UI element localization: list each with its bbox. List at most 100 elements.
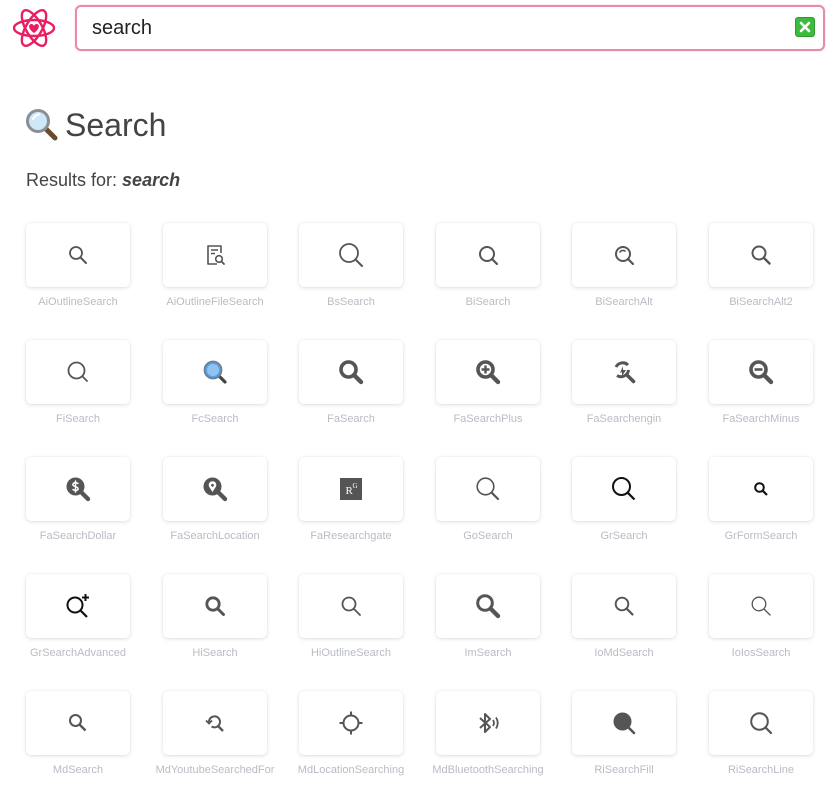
- icon-cell[interactable]: HiOutlineSearch: [299, 574, 405, 664]
- icon-cell[interactable]: IoMdSearch: [572, 574, 678, 664]
- icon-cell[interactable]: BsSearch: [299, 223, 405, 313]
- icon-label: IoMdSearch: [594, 647, 654, 659]
- icon-card[interactable]: [26, 223, 130, 287]
- fa-researchgate-icon: R G: [340, 478, 362, 500]
- icon-label: FaResearchgate: [310, 530, 392, 542]
- icon-cell[interactable]: MdLocationSearching: [298, 691, 405, 781]
- icon-label: FaSearchMinus: [722, 413, 800, 425]
- icon-cell[interactable]: FaSearchengin: [572, 340, 678, 430]
- icon-label: FaSearchPlus: [453, 413, 523, 425]
- icon-label: GrSearch: [600, 530, 648, 542]
- icon-card[interactable]: [436, 340, 540, 404]
- icon-cell[interactable]: BiSearchAlt: [572, 223, 678, 313]
- icon-card[interactable]: [26, 691, 130, 755]
- icon-label: GoSearch: [463, 530, 513, 542]
- icon-cell[interactable]: FcSearch: [163, 340, 269, 430]
- icon-label: FcSearch: [191, 413, 239, 425]
- icon-label: AiOutlineSearch: [38, 296, 118, 308]
- icon-card[interactable]: [572, 457, 676, 521]
- icon-cell[interactable]: MdSearch: [26, 691, 132, 781]
- bi-search-alt2-icon: [751, 245, 771, 265]
- icon-cell[interactable]: BiSearchAlt2: [709, 223, 815, 313]
- icon-card[interactable]: [26, 457, 130, 521]
- icon-card[interactable]: [299, 223, 403, 287]
- ai-outline-file-search-icon: [207, 245, 225, 265]
- fc-search-icon: [203, 360, 227, 384]
- icon-cell[interactable]: FaSearchPlus: [436, 340, 542, 430]
- icon-card[interactable]: [163, 340, 267, 404]
- icon-cell[interactable]: AiOutlineFileSearch: [163, 223, 269, 313]
- icon-cell[interactable]: RiSearchFill: [572, 691, 678, 781]
- icon-cell[interactable]: MdYoutubeSearchedFor: [156, 691, 274, 781]
- results-query: search: [122, 170, 181, 190]
- md-youtube-searched-for-icon: [205, 715, 224, 732]
- icon-card[interactable]: [26, 574, 130, 638]
- icon-card[interactable]: [572, 691, 676, 755]
- icon-card[interactable]: [299, 340, 403, 404]
- io-ios-search-icon: [751, 596, 771, 616]
- fa-searchengin-icon: [614, 361, 636, 384]
- icon-cell[interactable]: GoSearch: [436, 457, 542, 547]
- icon-card[interactable]: [709, 457, 813, 521]
- icon-label: FiSearch: [55, 413, 101, 425]
- icon-label: MdLocationSearching: [297, 764, 405, 776]
- icon-cell[interactable]: GrSearchAdvanced: [26, 574, 132, 664]
- icon-cell[interactable]: MdBluetoothSearching: [432, 691, 544, 781]
- icon-card[interactable]: [163, 574, 267, 638]
- icon-label: RiSearchFill: [594, 764, 654, 776]
- icon-card[interactable]: [709, 340, 813, 404]
- icon-card[interactable]: [436, 691, 540, 755]
- icon-cell[interactable]: FaSearchDollar: [26, 457, 132, 547]
- bi-search-icon: [479, 246, 499, 266]
- fa-search-plus-icon: [476, 360, 501, 385]
- icon-card[interactable]: [436, 223, 540, 287]
- icon-card[interactable]: R G: [299, 457, 403, 521]
- icon-card[interactable]: [299, 691, 403, 755]
- ri-search-line-icon: [750, 712, 773, 735]
- fa-search-minus-icon: [749, 360, 774, 385]
- icon-cell[interactable]: FaSearch: [299, 340, 405, 430]
- icon-card[interactable]: [572, 223, 676, 287]
- icon-cell[interactable]: FaSearchLocation: [163, 457, 269, 547]
- search-box: [75, 5, 825, 51]
- icon-label: FaSearchDollar: [39, 530, 117, 542]
- icon-card[interactable]: [709, 691, 813, 755]
- icon-card[interactable]: [299, 574, 403, 638]
- icon-card[interactable]: [436, 457, 540, 521]
- results-prefix: Results for:: [26, 170, 118, 190]
- icon-cell[interactable]: BiSearch: [436, 223, 542, 313]
- md-search-icon: [69, 714, 87, 732]
- icon-label: GrSearchAdvanced: [30, 647, 126, 659]
- icon-cell[interactable]: FiSearch: [26, 340, 132, 430]
- icon-card[interactable]: [163, 223, 267, 287]
- svg-text:G: G: [353, 482, 358, 490]
- icon-cell[interactable]: GrFormSearch: [709, 457, 815, 547]
- icon-label: ImSearch: [464, 647, 512, 659]
- md-bluetooth-searching-icon: [479, 713, 499, 733]
- icon-cell[interactable]: RiSearchLine: [709, 691, 815, 781]
- icon-cell[interactable]: ImSearch: [436, 574, 542, 664]
- icon-card[interactable]: [709, 223, 813, 287]
- icon-label: FaSearch: [327, 413, 375, 425]
- icon-label: BiSearchAlt: [595, 296, 653, 308]
- search-input[interactable]: [77, 7, 752, 49]
- icon-cell[interactable]: HiSearch: [163, 574, 269, 664]
- icon-label: AiOutlineFileSearch: [166, 296, 264, 308]
- icon-card[interactable]: [163, 691, 267, 755]
- icon-cell[interactable]: AiOutlineSearch: [26, 223, 132, 313]
- magnifying-glass-emoji-icon: [26, 109, 58, 141]
- icon-card[interactable]: [572, 574, 676, 638]
- results-caption: Results for: search: [26, 170, 180, 191]
- icon-cell[interactable]: R G FaResearchgate: [299, 457, 405, 547]
- icon-cell[interactable]: FaSearchMinus: [709, 340, 815, 430]
- icon-card[interactable]: [163, 457, 267, 521]
- icon-card[interactable]: [26, 340, 130, 404]
- clear-search-button[interactable]: [795, 17, 815, 37]
- icon-card[interactable]: [572, 340, 676, 404]
- icon-cell[interactable]: GrSearch: [572, 457, 678, 547]
- close-icon: [799, 21, 811, 33]
- icon-cell[interactable]: IoIosSearch: [709, 574, 815, 664]
- icon-card[interactable]: [709, 574, 813, 638]
- app-logo-icon[interactable]: [12, 5, 56, 51]
- icon-card[interactable]: [436, 574, 540, 638]
